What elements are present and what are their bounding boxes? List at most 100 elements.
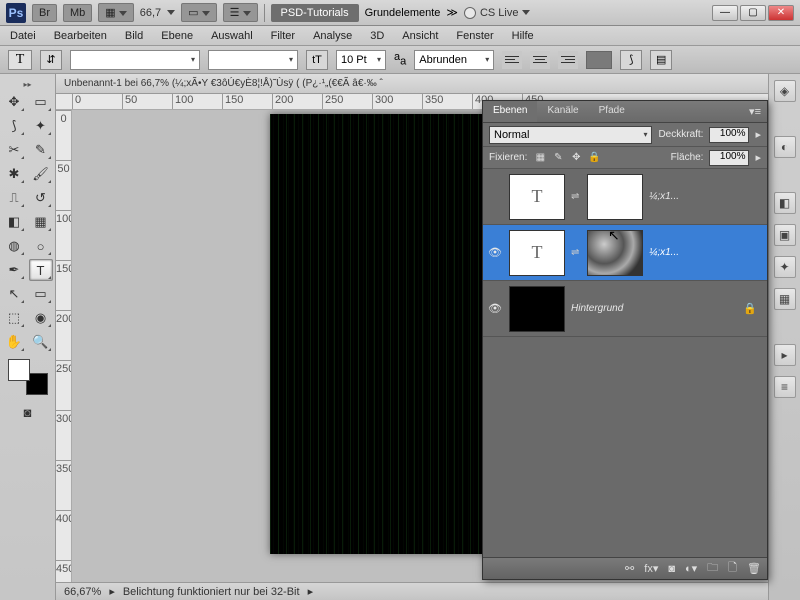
current-tool-indicator[interactable]: T xyxy=(8,50,32,70)
lasso-tool[interactable]: ⟆ xyxy=(2,115,26,137)
status-arrow-icon[interactable]: ▸ xyxy=(308,585,314,598)
fill-input[interactable]: 100% xyxy=(709,150,749,166)
status-zoom[interactable]: 66,67% xyxy=(64,586,101,598)
zoom-tool[interactable]: 🔍 xyxy=(29,331,53,353)
lock-transparency-icon[interactable]: ▦ xyxy=(533,151,547,165)
menu-3d[interactable]: 3D xyxy=(370,30,384,42)
foreground-background-colors[interactable] xyxy=(8,359,48,395)
fill-slider-icon[interactable]: ▸ xyxy=(755,151,761,164)
opacity-slider-icon[interactable]: ▸ xyxy=(755,128,761,141)
dock-styles-icon[interactable]: ✦ xyxy=(774,256,796,278)
layer-name[interactable]: ¼;x1... xyxy=(649,247,763,258)
window-maximize-button[interactable]: ▢ xyxy=(740,5,766,21)
healing-tool[interactable]: ✱ xyxy=(2,163,26,185)
screen-mode-button[interactable]: ▦ xyxy=(98,3,133,22)
marquee-tool[interactable]: ▭ xyxy=(29,91,53,113)
blend-mode-select[interactable]: Normal▾ xyxy=(489,126,652,144)
window-minimize-button[interactable]: — xyxy=(712,5,738,21)
magic-wand-tool[interactable]: ✦ xyxy=(29,115,53,137)
link-layers-button[interactable]: ⚯ xyxy=(625,562,634,575)
dock-adjustments-icon[interactable]: ◧ xyxy=(774,192,796,214)
opacity-input[interactable]: 100% xyxy=(709,127,749,143)
menu-auswahl[interactable]: Auswahl xyxy=(211,30,253,42)
bridge-button[interactable]: Br xyxy=(32,4,57,22)
menu-analyse[interactable]: Analyse xyxy=(313,30,352,42)
workspace-more-button[interactable]: ≫ xyxy=(446,6,458,19)
layer-effects-button[interactable]: fx▾ xyxy=(644,562,658,575)
dodge-tool[interactable]: ○ xyxy=(29,235,53,257)
cs-live-button[interactable]: CS Live xyxy=(464,7,531,19)
tab-ebenen[interactable]: Ebenen xyxy=(483,101,537,122)
align-center-button[interactable] xyxy=(530,51,550,69)
foreground-color-swatch[interactable] xyxy=(8,359,30,381)
lock-pixels-icon[interactable]: ✎ xyxy=(551,151,565,165)
history-brush-tool[interactable]: ↺ xyxy=(29,187,53,209)
palette-collapse-icon[interactable]: ▸▸ xyxy=(2,78,53,91)
text-orientation-button[interactable]: ⇵ xyxy=(40,50,62,70)
adjustment-layer-button[interactable]: ◐▾ xyxy=(685,562,697,575)
menu-bild[interactable]: Bild xyxy=(125,30,143,42)
layer-mask-thumbnail[interactable] xyxy=(587,230,643,276)
status-arrow-icon[interactable]: ▸ xyxy=(109,585,115,598)
dock-layers-icon[interactable]: ◈ xyxy=(774,80,796,102)
layer-thumbnail[interactable] xyxy=(509,286,565,332)
zoom-level-top[interactable]: 66,7 xyxy=(140,7,161,19)
eraser-tool[interactable]: ◧ xyxy=(2,211,26,233)
document-tab[interactable]: Unbenannt-1 bei 66,7% (¼;xÃ•Y €3ôÚ€yÈ8¦!… xyxy=(56,74,768,94)
menu-ansicht[interactable]: Ansicht xyxy=(402,30,438,42)
add-mask-button[interactable]: ◙ xyxy=(668,563,675,575)
dock-swatches-icon[interactable]: ▦ xyxy=(774,288,796,310)
shape-tool[interactable]: ▭ xyxy=(29,283,53,305)
mask-link-icon[interactable]: ⇌ xyxy=(571,247,581,258)
workspace-psd-tutorials-button[interactable]: PSD-Tutorials xyxy=(271,4,359,22)
visibility-toggle[interactable]: 👁 xyxy=(487,246,503,259)
menu-filter[interactable]: Filter xyxy=(271,30,295,42)
lock-all-icon[interactable]: 🔒 xyxy=(587,151,601,165)
dock-masks-icon[interactable]: ▣ xyxy=(774,224,796,246)
dock-actions-icon[interactable]: ≡ xyxy=(774,376,796,398)
lock-position-icon[interactable]: ✥ xyxy=(569,151,583,165)
move-tool[interactable]: ✥ xyxy=(2,91,26,113)
align-right-button[interactable] xyxy=(558,51,578,69)
brush-tool[interactable]: 🖌 xyxy=(29,163,53,185)
font-family-select[interactable]: ▾ xyxy=(70,50,200,70)
font-size-select[interactable]: 10 Pt▾ xyxy=(336,50,386,70)
quickmask-button[interactable]: ◙ xyxy=(16,401,40,423)
menu-datei[interactable]: Datei xyxy=(10,30,36,42)
eyedropper-tool[interactable]: ✎ xyxy=(29,139,53,161)
panel-menu-button[interactable]: ▾≡ xyxy=(743,101,767,122)
minibridge-button[interactable]: Mb xyxy=(63,4,92,22)
layer-row[interactable]: 👁 Hintergrund 🔒 xyxy=(483,281,767,337)
dock-color-icon[interactable]: ◐ xyxy=(774,136,796,158)
text-color-swatch[interactable] xyxy=(586,51,612,69)
layer-row[interactable]: T ⇌ ¼;x1... xyxy=(483,169,767,225)
chevron-down-icon[interactable] xyxy=(167,10,175,15)
crop-tool[interactable]: ✂ xyxy=(2,139,26,161)
align-left-button[interactable] xyxy=(502,51,522,69)
dock-history-icon[interactable]: ▸ xyxy=(774,344,796,366)
window-close-button[interactable]: ✕ xyxy=(768,5,794,21)
new-layer-button[interactable]: 🗋 xyxy=(728,559,737,578)
3d-camera-tool[interactable]: ◉ xyxy=(29,307,53,329)
3d-tool[interactable]: ⬚ xyxy=(2,307,26,329)
delete-layer-button[interactable]: 🗑 xyxy=(747,562,761,575)
antialias-select[interactable]: Abrunden▾ xyxy=(414,50,494,70)
mask-link-icon[interactable]: ⇌ xyxy=(571,191,581,202)
font-style-select[interactable]: ▾ xyxy=(208,50,298,70)
character-panel-button[interactable]: ▤ xyxy=(650,50,672,70)
stamp-tool[interactable]: ⎍ xyxy=(2,187,26,209)
layer-name[interactable]: ¼;x1... xyxy=(649,191,763,202)
tab-pfade[interactable]: Pfade xyxy=(589,101,635,122)
pen-tool[interactable]: ✒ xyxy=(2,259,26,281)
arrange-button[interactable]: ▭ xyxy=(181,3,216,22)
menu-bearbeiten[interactable]: Bearbeiten xyxy=(54,30,107,42)
menu-ebene[interactable]: Ebene xyxy=(161,30,193,42)
warp-text-button[interactable]: ⟆ xyxy=(620,50,642,70)
new-group-button[interactable]: 🗀 xyxy=(707,559,718,578)
layer-thumbnail[interactable]: T xyxy=(509,174,565,220)
layer-name[interactable]: Hintergrund xyxy=(571,303,737,314)
type-tool[interactable]: T xyxy=(29,259,53,281)
layer-row[interactable]: 👁 T ⇌ ¼;x1... xyxy=(483,225,767,281)
visibility-toggle[interactable]: 👁 xyxy=(487,302,503,315)
extras-button[interactable]: ☰ xyxy=(223,3,258,22)
